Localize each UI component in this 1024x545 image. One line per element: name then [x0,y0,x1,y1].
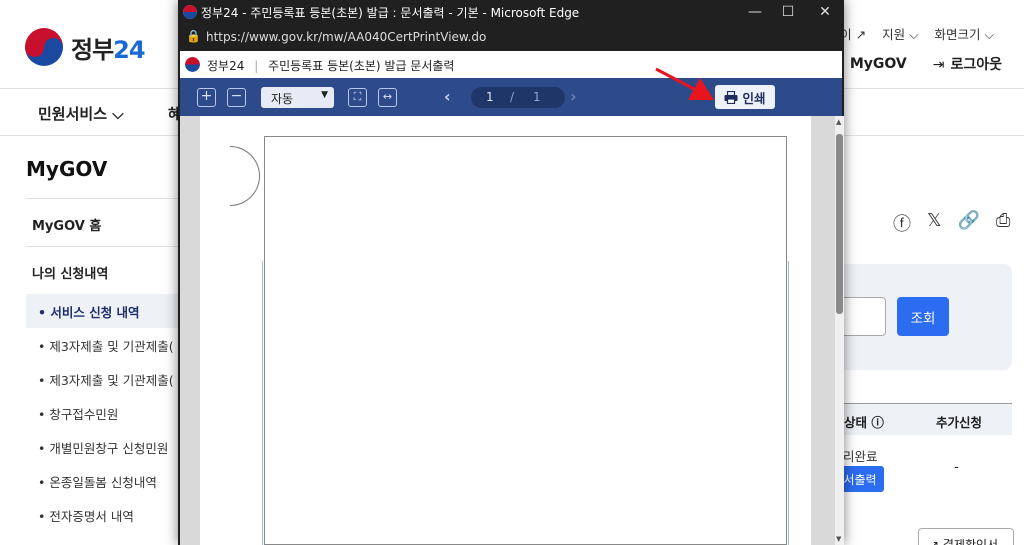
sidebar-title: MyGOV [26,157,108,181]
zoom-out-button[interactable]: − [227,88,246,107]
scroll-thumb[interactable] [836,134,843,314]
page-total: 1 [533,90,541,104]
logo-text: 정부24 [71,35,146,64]
sidebar: MyGOV 홈 나의 신청내역 • 서비스 신청 내역 • 제3자제출 및 기관… [26,198,178,532]
logout-icon: ⇥ [932,57,945,73]
sidebar-item-individual-counter[interactable]: • 개별민원창구 신청민원 [26,430,178,464]
gov24-logo[interactable]: 정부24 [25,28,146,66]
sidebar-item-care[interactable]: • 온종일돌봄 신청내역 [26,464,178,498]
zoom-value: 자동 [271,92,294,106]
brand-name: 정부24 [207,59,245,73]
row-extra: - [954,460,959,475]
printer-icon [724,90,738,104]
title-bar[interactable]: 정부24 - 주민등록표 등본(초본) 발급 : 문서출력 - 기본 - Mic… [178,0,844,24]
search-button[interactable]: 조회 [897,297,949,336]
taegeuk-icon [25,28,63,66]
fit-page-button[interactable]: ⛶ [348,88,367,107]
column-extra: 추가신청 [936,415,983,430]
prev-page-icon[interactable]: ‹ [444,87,451,106]
x-icon[interactable]: 𝕏 [927,210,942,236]
util-link-screen-size[interactable]: 화면크기 ⌵ [935,24,994,43]
row-status: 리완료 [843,449,878,464]
lock-icon[interactable]: 🔒 [186,29,201,43]
page-separator: / [510,90,515,104]
user-bar: 👤MyGOV ⇥로그아웃 [826,54,1002,74]
next-page-icon[interactable]: › [570,87,577,106]
sidebar-item-home[interactable]: MyGOV 홈 [26,198,178,246]
sidebar-item-service-applications[interactable]: • 서비스 신청 내역 [26,294,178,328]
page-current[interactable]: 1 [486,90,494,104]
share-icons: ⓕ 𝕏 🔗 ⎙ [893,210,1010,236]
edge-popup-window: 정부24 - 주민등록표 등본(초본) 발급 : 문서출력 - 기본 - Mic… [178,0,844,545]
window-title: 정부24 - 주민등록표 등본(초본) 발급 : 문서출력 - 기본 - Mic… [201,6,580,20]
sidebar-section-applications[interactable]: 나의 신청내역 [26,246,178,294]
close-button[interactable]: ✕ [812,2,838,22]
document-sheet [264,136,787,545]
document-area[interactable]: ▲ ▼ [180,116,844,545]
address-bar[interactable]: 🔒 https://www.gov.kr/mw/AA040CertPrintVi… [178,24,844,51]
print-icon[interactable]: ⎙ [996,210,1010,236]
maximize-button[interactable]: ☐ [775,2,801,22]
page-header: 정부24 | 주민등록표 등본(초본) 발급 문서출력 [180,51,842,78]
sidebar-item-third-party-1[interactable]: • 제3자제출 및 기관제출( [26,328,178,362]
minimize-button[interactable]: — [742,2,768,22]
sidebar-item-third-party-2[interactable]: • 제3자제출 및 기관제출( [26,362,178,396]
scroll-up-icon[interactable]: ▲ [836,118,841,126]
print-button[interactable]: 인쇄 [715,85,775,109]
gov24-logo-icon [185,57,200,72]
page-indicator: 1 / 1 [471,87,565,108]
header-separator: | [254,59,259,73]
nav-menu-civil-service[interactable]: 민원서비스 ⌵ [38,103,124,124]
fit-width-button[interactable]: ↔ [378,88,397,107]
util-link-support[interactable]: 지원 ⌵ [882,24,918,43]
document-page [200,116,811,545]
zoom-in-button[interactable]: + [197,88,216,107]
vertical-scrollbar[interactable]: ▲ ▼ [835,116,844,545]
table-header: 상태 ⓘ 추가신청 [836,403,1012,435]
utility-links: 린이 ↗ 지원 ⌵ 화면크기 ⌵ [829,24,994,43]
red-arrow-annotation [655,67,714,100]
facebook-icon[interactable]: ⓕ [893,210,911,236]
scroll-down-icon[interactable]: ▼ [836,535,841,543]
document-title: 주민등록표 등본(초본) 발급 문서출력 [268,59,455,73]
gov24-favicon [183,5,197,19]
payment-receipt-button[interactable]: ↗ 결제확인서 [918,528,1014,545]
page-header-title: 정부24 | 주민등록표 등본(초본) 발급 문서출력 [207,57,454,74]
sidebar-item-counter[interactable]: • 창구접수민원 [26,396,178,430]
chevron-down-icon: ▼ [321,90,328,100]
official-seal [230,146,260,206]
print-label: 인쇄 [742,90,766,106]
column-status: 상태 ⓘ [844,415,884,430]
url-text[interactable]: https://www.gov.kr/mw/AA040CertPrintView… [206,30,486,44]
logout-link[interactable]: ⇥ 로그아웃 [933,54,1002,74]
zoom-select[interactable]: 자동 ▼ [261,87,334,108]
sidebar-item-e-certificate[interactable]: • 전자증명서 내역 [26,498,178,532]
viewer-toolbar: + − 자동 ▼ ⛶ ↔ ‹ 1 / 1 › 인쇄 [180,78,842,116]
link-icon[interactable]: 🔗 [958,210,980,236]
